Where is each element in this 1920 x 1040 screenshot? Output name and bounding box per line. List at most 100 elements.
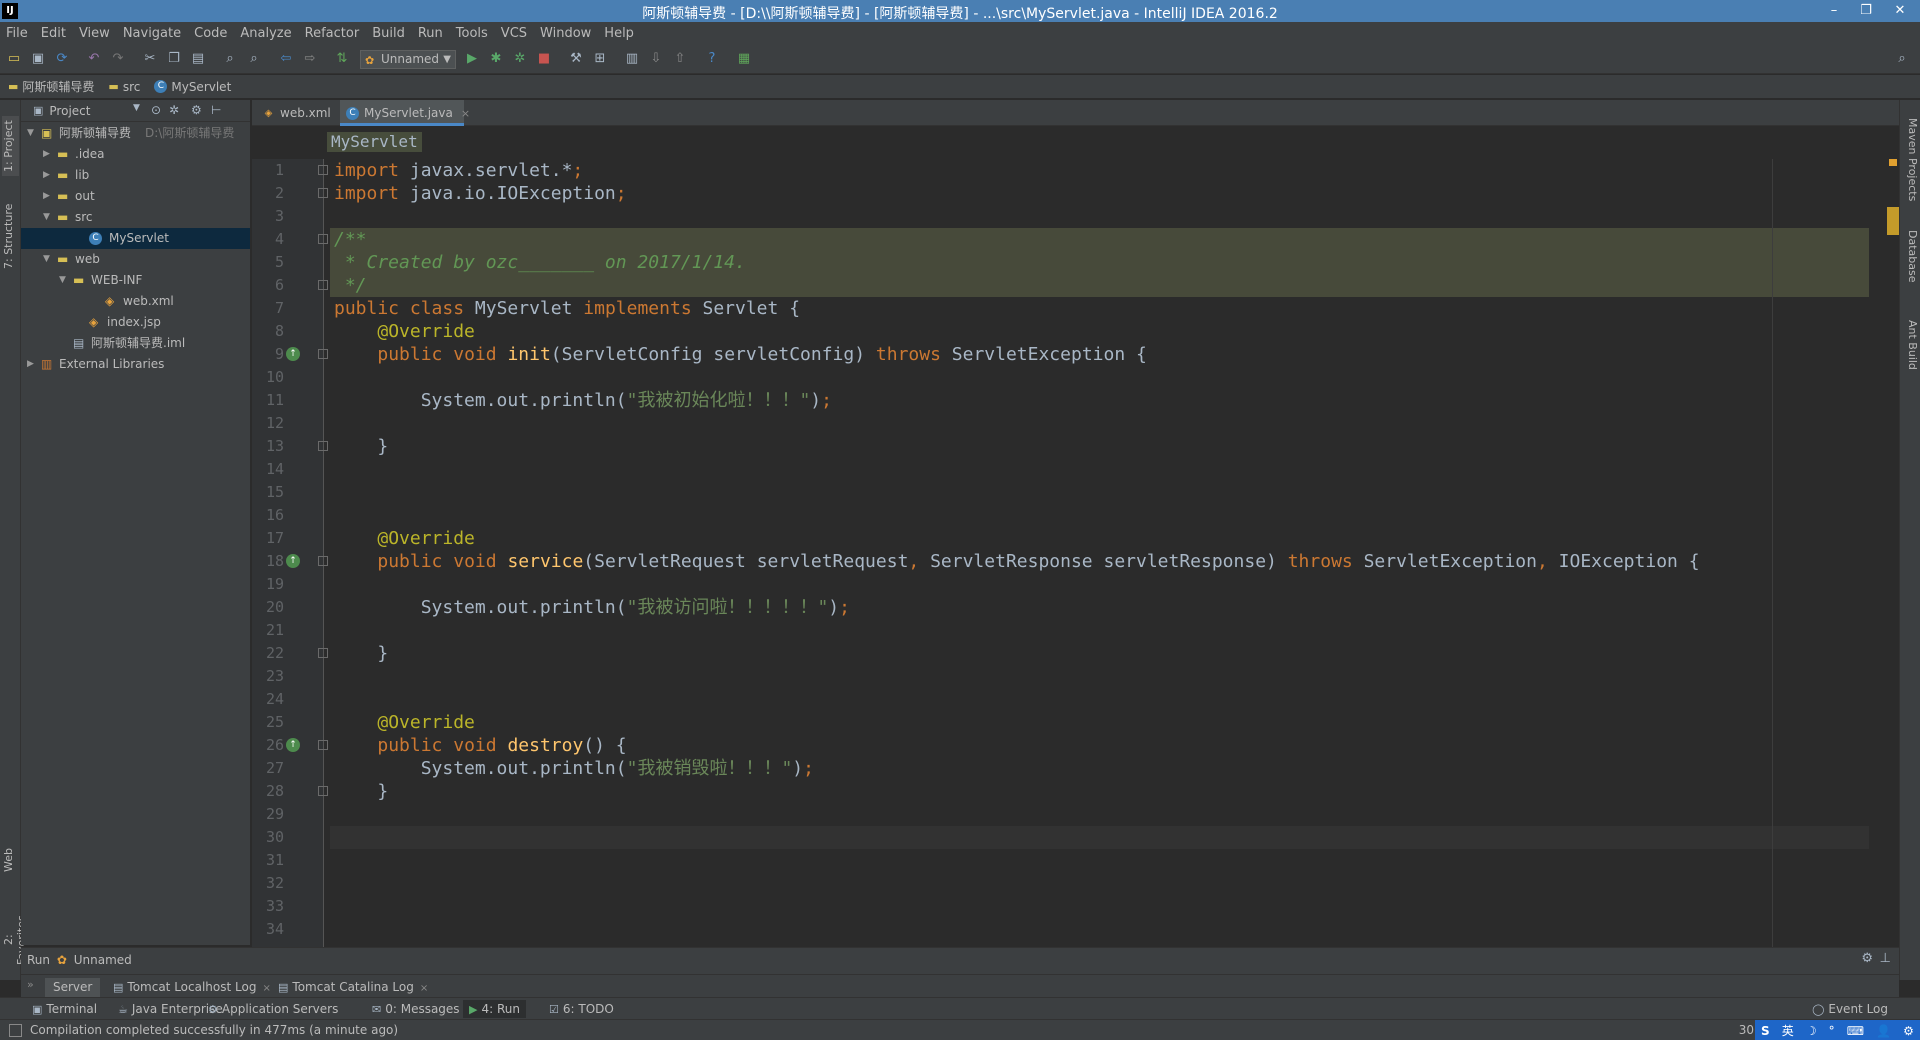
ime-language-toggle[interactable]: 英 (1782, 1022, 1794, 1039)
fold-marker-icon[interactable] (318, 234, 328, 244)
line-number[interactable]: 33 (252, 895, 284, 918)
restore-button[interactable]: ❐ (1855, 1, 1877, 21)
tab-web-xml[interactable]: ◈ web.xml× (256, 100, 348, 126)
toolwindow-messages[interactable]: ✉ 0: Messages (366, 1000, 466, 1018)
expand-icon[interactable]: » (27, 978, 34, 991)
code-line[interactable]: @Override (330, 320, 1869, 343)
menu-analyze[interactable]: Analyze (240, 26, 291, 41)
tree-item[interactable]: ▤ 阿斯顿辅导费.iml (21, 333, 250, 354)
gear-icon[interactable]: ⚙ (1861, 951, 1873, 966)
tab-server[interactable]: Server (45, 978, 101, 997)
undo-icon[interactable]: ↶ (86, 51, 102, 67)
code-line[interactable]: } (330, 642, 1869, 665)
fold-marker-icon[interactable] (318, 556, 328, 566)
line-number[interactable]: 19 (252, 573, 284, 596)
tab-database[interactable]: Database (1902, 230, 1919, 300)
menu-run[interactable]: Run (418, 26, 443, 41)
tab-tomcat-catalina-log[interactable]: ▤ Tomcat Catalina Log × (270, 978, 436, 997)
vcs-update-icon[interactable]: ⇩ (648, 51, 664, 67)
tools-icon[interactable]: ⚒ (568, 51, 584, 67)
keyboard-icon[interactable]: ⌨ (1847, 1024, 1864, 1038)
line-number[interactable]: 11 (252, 389, 284, 412)
menu-window[interactable]: Window (540, 26, 591, 41)
search-everywhere-icon[interactable]: ⌕ (1894, 51, 1910, 67)
cut-icon[interactable]: ✂ (142, 51, 158, 67)
fold-marker-icon[interactable] (318, 280, 328, 290)
collapse-all-icon[interactable]: ✲ (169, 103, 179, 117)
line-number[interactable]: 9 (252, 343, 284, 366)
fold-marker-icon[interactable] (318, 786, 328, 796)
line-number[interactable]: 27 (252, 757, 284, 780)
code-line[interactable]: /** (330, 228, 1869, 251)
ime-logo-icon[interactable]: S (1761, 1024, 1770, 1038)
tree-item[interactable]: ▶ ▥ External Libraries (21, 354, 250, 375)
chevron-right-icon[interactable]: ▶ (43, 144, 53, 165)
build-icon[interactable]: ⇅ (334, 51, 350, 67)
fold-marker-icon[interactable] (318, 349, 328, 359)
tree-item[interactable]: ▶ ▬ .idea (21, 144, 250, 165)
line-number[interactable]: 5 (252, 251, 284, 274)
chevron-down-icon[interactable]: ▼ (43, 207, 53, 228)
editor-gutter[interactable]: 1 2 3 4 5 6 7 8 9 10 11 12 13 14 15 16 17 18 19 20 21 22 23 24 2… (252, 159, 328, 947)
line-number[interactable]: 34 (252, 918, 284, 941)
line-number[interactable]: 6 (252, 274, 284, 297)
code-line[interactable]: import javax.servlet.*; (330, 159, 1869, 182)
tree-item[interactable]: ▶ ▬ lib (21, 165, 250, 186)
line-number[interactable]: 13 (252, 435, 284, 458)
close-icon[interactable]: × (461, 107, 470, 120)
line-number[interactable]: 28 (252, 780, 284, 803)
line-number[interactable]: 10 (252, 366, 284, 389)
punctuation-icon[interactable]: ° (1829, 1024, 1835, 1038)
code-line[interactable] (330, 619, 1869, 642)
code-line[interactable]: */ (330, 274, 1869, 297)
editor-breadcrumb[interactable]: MyServlet (327, 132, 422, 152)
code-line[interactable] (330, 366, 1869, 389)
code-line[interactable]: @Override (330, 711, 1869, 734)
line-number[interactable]: 2 (252, 182, 284, 205)
toggle-tool-windows-icon[interactable] (9, 1024, 22, 1037)
code-line[interactable] (330, 504, 1869, 527)
scroll-from-source-icon[interactable]: ⊙ (151, 103, 161, 117)
line-number[interactable]: 8 (252, 320, 284, 343)
chevron-down-icon[interactable]: ▼ (27, 123, 37, 144)
highlight-marker[interactable] (1887, 207, 1899, 235)
breadcrumb-myservlet[interactable]: C MyServlet (154, 80, 231, 94)
implements-method-icon[interactable]: ↑ (286, 738, 300, 752)
gear-icon[interactable]: ⚙ (191, 103, 202, 117)
code-line[interactable] (330, 412, 1869, 435)
tree-item[interactable]: ◈ index.jsp (21, 312, 250, 333)
line-number[interactable]: 18 (252, 550, 284, 573)
line-number[interactable]: 3 (252, 205, 284, 228)
project-view-select[interactable]: Project (49, 104, 90, 118)
menu-view[interactable]: View (79, 26, 110, 41)
redo-icon[interactable]: ↷ (110, 51, 126, 67)
run-configuration-select[interactable]: ✿ Unnamed ▼ (360, 50, 456, 69)
code-line[interactable] (330, 573, 1869, 596)
tab-web[interactable]: Web (2, 845, 19, 875)
code-line[interactable] (330, 481, 1869, 504)
code-line[interactable] (330, 826, 1869, 849)
code-line[interactable]: @Override (330, 527, 1869, 550)
tab-ant-build[interactable]: Ant Build (1902, 320, 1919, 390)
code-line[interactable] (330, 849, 1869, 872)
caret-position[interactable]: 30 (1739, 1023, 1754, 1037)
line-number[interactable]: 1 (252, 159, 284, 182)
line-number[interactable]: 17 (252, 527, 284, 550)
code-line[interactable] (330, 205, 1869, 228)
save-icon[interactable]: ▣ (30, 51, 46, 67)
tree-item[interactable]: ◈ web.xml (21, 291, 250, 312)
tree-item[interactable]: C MyServlet (21, 228, 250, 249)
code-line[interactable]: public class MyServlet implements Servle… (330, 297, 1869, 320)
toolwindow-todo[interactable]: ☑ 6: TODO (543, 1000, 620, 1018)
line-number[interactable]: 24 (252, 688, 284, 711)
tree-item[interactable]: ▶ ▬ out (21, 186, 250, 207)
code-line[interactable] (330, 458, 1869, 481)
sync-icon[interactable]: ⟳ (54, 51, 70, 67)
code-line[interactable]: public void destroy() { (330, 734, 1869, 757)
tree-item[interactable]: ▼ ▬ src (21, 207, 250, 228)
tab-myservlet-java[interactable]: C MyServlet.java × (340, 100, 470, 126)
sdk-icon[interactable]: ▥ (624, 51, 640, 67)
code-line[interactable]: System.out.println("我被初始化啦！！！"); (330, 389, 1869, 412)
code-line[interactable]: import java.io.IOException; (330, 182, 1869, 205)
warning-marker[interactable] (1889, 159, 1897, 166)
